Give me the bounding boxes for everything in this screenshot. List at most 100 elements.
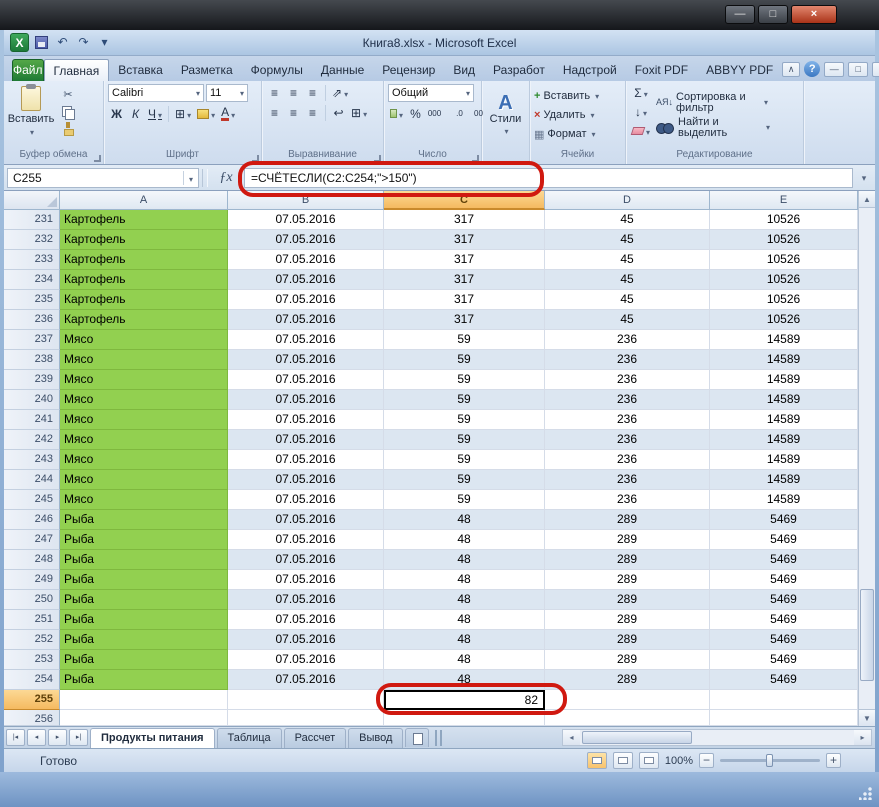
cell-B244[interactable]: 07.05.2016	[228, 470, 384, 490]
horizontal-scrollbar-track[interactable]	[580, 730, 854, 745]
cell-E242[interactable]: 14589	[710, 430, 858, 450]
cut-button[interactable]: ✂	[58, 87, 78, 102]
cell-A244[interactable]: Мясо	[60, 470, 228, 490]
cell-B240[interactable]: 07.05.2016	[228, 390, 384, 410]
cell-E249[interactable]: 5469	[710, 570, 858, 590]
cell-C251[interactable]: 48	[384, 610, 545, 630]
row-header-255[interactable]: 255	[4, 690, 60, 710]
align-top-button[interactable]: ≡	[266, 84, 283, 101]
ribbon-tab-1[interactable]: Вставка	[109, 59, 172, 81]
resize-grip[interactable]	[859, 787, 872, 800]
font-color-button[interactable]: А	[219, 105, 237, 122]
insert-worksheet-tab[interactable]	[405, 728, 429, 747]
cell-B233[interactable]: 07.05.2016	[228, 250, 384, 270]
undo-button[interactable]: ↶	[54, 34, 71, 51]
cell-C235[interactable]: 317	[384, 290, 545, 310]
scroll-down-icon[interactable]: ▼	[859, 709, 875, 726]
bold-button[interactable]: Ж	[108, 105, 125, 122]
cell-A234[interactable]: Картофель	[60, 270, 228, 290]
cell-A240[interactable]: Мясо	[60, 390, 228, 410]
cell-C242[interactable]: 59	[384, 430, 545, 450]
cell-D246[interactable]: 289	[545, 510, 710, 530]
row-header-234[interactable]: 234	[4, 270, 60, 290]
zoom-slider-thumb[interactable]	[766, 754, 773, 767]
cell-A246[interactable]: Рыба	[60, 510, 228, 530]
column-header-E[interactable]: E	[710, 191, 858, 210]
cell-C246[interactable]: 48	[384, 510, 545, 530]
cell-B235[interactable]: 07.05.2016	[228, 290, 384, 310]
fill-color-button[interactable]	[195, 105, 217, 122]
cell-D249[interactable]: 289	[545, 570, 710, 590]
cell-E245[interactable]: 14589	[710, 490, 858, 510]
window-minimize-button[interactable]: —	[725, 5, 755, 24]
cell-A245[interactable]: Мясо	[60, 490, 228, 510]
column-header-D[interactable]: D	[545, 191, 710, 210]
font-dialog-launcher-icon[interactable]	[252, 155, 259, 162]
cell-E239[interactable]: 14589	[710, 370, 858, 390]
page-layout-view-button[interactable]	[613, 752, 633, 769]
cell-D241[interactable]: 236	[545, 410, 710, 430]
cell-E241[interactable]: 14589	[710, 410, 858, 430]
cell-E248[interactable]: 5469	[710, 550, 858, 570]
row-header-256[interactable]: 256	[4, 710, 60, 726]
align-left-button[interactable]: ≡	[266, 104, 283, 121]
cell-B236[interactable]: 07.05.2016	[228, 310, 384, 330]
format-cells-button[interactable]: ▦Формат	[534, 126, 621, 142]
clear-button[interactable]	[630, 122, 652, 139]
redo-button[interactable]: ↷	[75, 34, 92, 51]
ribbon-tab-6[interactable]: Вид	[444, 59, 484, 81]
cell-A232[interactable]: Картофель	[60, 230, 228, 250]
cell-C234[interactable]: 317	[384, 270, 545, 290]
delete-cells-button[interactable]: ×Удалить	[534, 107, 621, 123]
cell-E236[interactable]: 10526	[710, 310, 858, 330]
cell-C253[interactable]: 48	[384, 650, 545, 670]
cell-B255[interactable]	[228, 690, 384, 710]
row-header-232[interactable]: 232	[4, 230, 60, 250]
comma-style-button[interactable]: 000	[426, 105, 443, 122]
ribbon-tab-9[interactable]: Foxit PDF	[626, 59, 697, 81]
cell-D251[interactable]: 289	[545, 610, 710, 630]
window-maximize-button[interactable]: □	[758, 5, 788, 24]
autosum-button[interactable]: Σ	[630, 84, 652, 101]
cell-A231[interactable]: Картофель	[60, 210, 228, 230]
scroll-left-icon[interactable]: ◂	[563, 730, 580, 745]
horizontal-scrollbar[interactable]: ◂ ▸	[562, 729, 872, 746]
find-select-button[interactable]: Найти и выделить	[656, 117, 770, 139]
cell-D234[interactable]: 45	[545, 270, 710, 290]
wrap-text-button[interactable]: ↩	[330, 104, 347, 121]
prev-sheet-button[interactable]: ◂	[27, 729, 46, 746]
tab-area-splitter[interactable]	[435, 730, 442, 746]
page-break-view-button[interactable]	[639, 752, 659, 769]
cell-E237[interactable]: 14589	[710, 330, 858, 350]
cell-D236[interactable]: 45	[545, 310, 710, 330]
select-all-corner[interactable]	[4, 191, 60, 210]
row-header-237[interactable]: 237	[4, 330, 60, 350]
cell-D247[interactable]: 289	[545, 530, 710, 550]
minimize-ribbon-icon[interactable]: ∧	[782, 62, 800, 77]
cell-C238[interactable]: 59	[384, 350, 545, 370]
cell-D253[interactable]: 289	[545, 650, 710, 670]
row-header-238[interactable]: 238	[4, 350, 60, 370]
zoom-slider[interactable]	[720, 759, 820, 762]
cell-C249[interactable]: 48	[384, 570, 545, 590]
row-header-243[interactable]: 243	[4, 450, 60, 470]
zoom-level-label[interactable]: 100%	[665, 755, 693, 767]
cell-B245[interactable]: 07.05.2016	[228, 490, 384, 510]
cell-C256[interactable]	[384, 710, 545, 726]
row-header-251[interactable]: 251	[4, 610, 60, 630]
name-box-dropdown-icon[interactable]	[183, 171, 193, 185]
cell-E251[interactable]: 5469	[710, 610, 858, 630]
cell-D255[interactable]	[545, 690, 710, 710]
cell-E255[interactable]	[710, 690, 858, 710]
underline-button[interactable]: Ч	[146, 105, 164, 122]
cell-E247[interactable]: 5469	[710, 530, 858, 550]
row-header-246[interactable]: 246	[4, 510, 60, 530]
cell-B249[interactable]: 07.05.2016	[228, 570, 384, 590]
row-header-247[interactable]: 247	[4, 530, 60, 550]
workbook-minimize-button[interactable]: —	[824, 62, 844, 77]
number-format-combo[interactable]: Общий	[388, 84, 474, 102]
italic-button[interactable]: К	[127, 105, 144, 122]
percent-style-button[interactable]: %	[407, 105, 424, 122]
paste-button[interactable]: Вставить	[8, 84, 54, 146]
cell-C244[interactable]: 59	[384, 470, 545, 490]
